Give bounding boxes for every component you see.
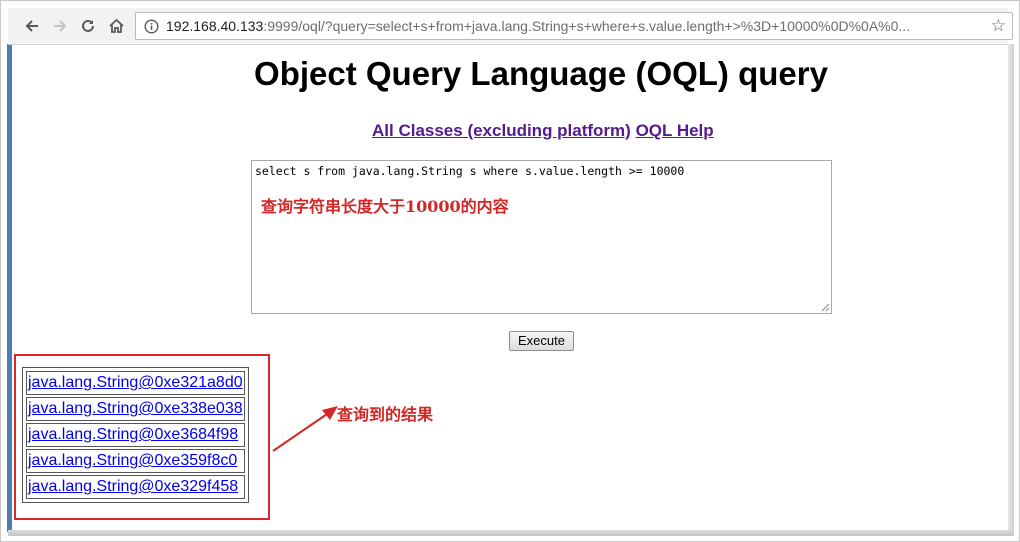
- page-title: Object Query Language (OQL) query: [254, 55, 828, 92]
- annotation-arrow-icon: [272, 406, 338, 452]
- nav-links: All Classes (excluding platform) OQL Hel…: [372, 121, 714, 141]
- result-link[interactable]: java.lang.String@0xe338e038: [28, 400, 243, 417]
- url-path: :9999/oql/?query=select+s+from+java.lang…: [263, 18, 911, 34]
- table-cell: java.lang.String@0xe338e038: [26, 397, 245, 421]
- results-table: java.lang.String@0xe321a8d0 java.lang.St…: [22, 367, 249, 503]
- table-cell: java.lang.String@0xe321a8d0: [26, 371, 245, 395]
- table-row: java.lang.String@0xe359f8c0: [26, 449, 245, 473]
- info-icon[interactable]: [144, 19, 159, 39]
- table-cell: java.lang.String@0xe359f8c0: [26, 449, 245, 473]
- query-textarea[interactable]: select s from java.lang.String s where s…: [251, 160, 832, 314]
- table-row: java.lang.String@0xe338e038: [26, 397, 245, 421]
- oql-help-link[interactable]: OQL Help: [636, 121, 714, 140]
- execute-button[interactable]: Execute: [509, 331, 574, 351]
- browser-toolbar: 192.168.40.133:9999/oql/?query=select+s+…: [8, 8, 1013, 45]
- table-cell: java.lang.String@0xe329f458: [26, 475, 245, 499]
- window-shadow-bottom: [8, 530, 1014, 536]
- back-icon[interactable]: [22, 16, 42, 36]
- result-link[interactable]: java.lang.String@0xe359f8c0: [28, 452, 237, 469]
- table-cell: java.lang.String@0xe3684f98: [26, 423, 245, 447]
- result-annotation: 查询到的结果: [337, 405, 434, 424]
- resize-grip-icon[interactable]: [821, 303, 830, 312]
- url-text[interactable]: 192.168.40.133:9999/oql/?query=select+s+…: [166, 18, 976, 34]
- result-link[interactable]: java.lang.String@0xe321a8d0: [28, 374, 243, 391]
- reload-icon[interactable]: [78, 16, 98, 36]
- window-shadow-right: [1008, 44, 1014, 534]
- query-text: select s from java.lang.String s where s…: [255, 164, 685, 178]
- query-annotation: 查询字符串长度大于10000的内容: [261, 197, 509, 216]
- home-icon[interactable]: [106, 16, 126, 36]
- result-link[interactable]: java.lang.String@0xe3684f98: [28, 426, 238, 443]
- address-bar[interactable]: 192.168.40.133:9999/oql/?query=select+s+…: [135, 12, 1013, 40]
- table-row: java.lang.String@0xe321a8d0: [26, 371, 245, 395]
- result-link[interactable]: java.lang.String@0xe329f458: [28, 478, 238, 495]
- bookmark-star-icon[interactable]: ☆: [991, 17, 1006, 35]
- url-host: 192.168.40.133: [166, 18, 264, 34]
- forward-icon[interactable]: [50, 16, 70, 36]
- all-classes-link[interactable]: All Classes (excluding platform): [372, 121, 631, 140]
- table-row: java.lang.String@0xe3684f98: [26, 423, 245, 447]
- window-edge-accent: [7, 44, 12, 532]
- table-row: java.lang.String@0xe329f458: [26, 475, 245, 499]
